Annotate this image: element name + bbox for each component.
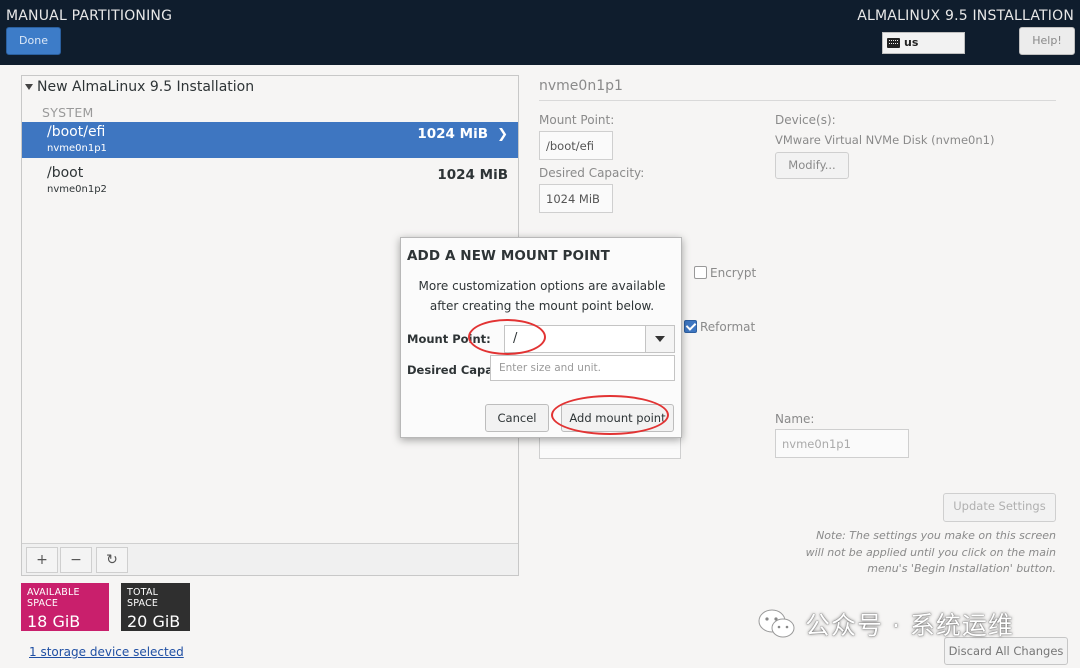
expand-arrow-icon bbox=[25, 84, 33, 90]
settings-note: Note: The settings you make on this scre… bbox=[805, 529, 1056, 575]
partition-size: 1024 MiB bbox=[437, 167, 508, 183]
mount-point-label: Mount Point: bbox=[539, 113, 615, 127]
partition-toolbar: + − ↻ bbox=[22, 543, 518, 575]
partition-device: nvme0n1p1 bbox=[47, 143, 107, 154]
update-settings-button[interactable]: Update Settings bbox=[943, 493, 1056, 522]
partition-row-boot-efi[interactable]: /boot/efi nvme0n1p1 1024 MiB ❯ bbox=[22, 122, 518, 158]
divider bbox=[539, 100, 1056, 101]
section-label-system: SYSTEM bbox=[42, 105, 94, 120]
help-button[interactable]: Help! bbox=[1019, 27, 1075, 55]
product-title: ALMALINUX 9.5 INSTALLATION bbox=[857, 8, 1074, 24]
mount-point-combobox[interactable]: / bbox=[504, 325, 675, 353]
available-space-label: AVAILABLE SPACE bbox=[27, 587, 80, 609]
wechat-logo-icon bbox=[758, 609, 795, 638]
page-title: MANUAL PARTITIONING bbox=[6, 8, 173, 24]
top-header: MANUAL PARTITIONING Done ALMALINUX 9.5 I… bbox=[0, 0, 1080, 65]
dialog-title: ADD A NEW MOUNT POINT bbox=[407, 248, 610, 264]
dialog-description: More customization options are available… bbox=[401, 276, 683, 316]
storage-device-link[interactable]: 1 storage device selected bbox=[29, 645, 184, 659]
reformat-checkbox[interactable] bbox=[684, 320, 697, 333]
partition-row-boot[interactable]: /boot nvme0n1p2 1024 MiB bbox=[22, 159, 518, 195]
dialog-description-line-2: after creating the mount point below. bbox=[429, 299, 655, 313]
keyboard-layout-label: us bbox=[904, 36, 919, 49]
partition-mount-point: /boot/efi bbox=[47, 124, 106, 140]
partition-device: nvme0n1p2 bbox=[47, 184, 107, 195]
cancel-button[interactable]: Cancel bbox=[485, 404, 549, 432]
encrypt-checkbox[interactable] bbox=[694, 266, 707, 279]
name-field[interactable]: nvme0n1p1 bbox=[775, 429, 909, 458]
dialog-mount-point-label: Mount Point: bbox=[407, 332, 491, 346]
add-partition-button[interactable]: + bbox=[26, 547, 58, 573]
installation-title: New AlmaLinux 9.5 Installation bbox=[37, 79, 255, 95]
chevron-down-icon[interactable] bbox=[645, 326, 674, 352]
refresh-button[interactable]: ↻ bbox=[96, 547, 128, 573]
partition-size: 1024 MiB bbox=[417, 126, 488, 142]
desired-capacity-field[interactable]: 1024 MiB bbox=[539, 184, 613, 213]
total-space-badge: TOTAL SPACE 20 GiB bbox=[121, 583, 190, 631]
add-mount-point-dialog: ADD A NEW MOUNT POINT More customization… bbox=[400, 237, 682, 438]
total-space-label: TOTAL SPACE bbox=[127, 587, 159, 609]
device-name: VMware Virtual NVMe Disk (nvme0n1) bbox=[775, 133, 995, 147]
devices-label: Device(s): bbox=[775, 113, 836, 127]
chevron-right-icon: ❯ bbox=[497, 127, 508, 142]
encrypt-label: Encrypt bbox=[710, 266, 757, 280]
dialog-description-line-1: More customization options are available bbox=[418, 279, 666, 293]
available-space-value: 18 GiB bbox=[27, 612, 81, 631]
mount-point-field[interactable]: /boot/efi bbox=[539, 131, 613, 160]
add-mount-point-button[interactable]: Add mount point bbox=[561, 404, 674, 432]
desired-capacity-input[interactable] bbox=[490, 355, 675, 381]
keyboard-layout-selector[interactable]: us bbox=[882, 32, 965, 54]
watermark-text: 公众号 · 系统运维 bbox=[805, 611, 1014, 640]
done-button[interactable]: Done bbox=[6, 27, 61, 55]
total-space-value: 20 GiB bbox=[127, 612, 181, 631]
desired-capacity-label: Desired Capacity: bbox=[539, 166, 645, 180]
mount-point-value: / bbox=[513, 331, 518, 346]
name-label: Name: bbox=[775, 412, 815, 426]
available-space-badge: AVAILABLE SPACE 18 GiB bbox=[21, 583, 109, 631]
modify-button[interactable]: Modify... bbox=[775, 152, 849, 179]
installation-tree-header[interactable]: New AlmaLinux 9.5 Installation bbox=[25, 79, 254, 95]
partition-details-title: nvme0n1p1 bbox=[539, 78, 623, 94]
remove-partition-button[interactable]: − bbox=[60, 547, 92, 573]
partition-mount-point: /boot bbox=[47, 165, 84, 181]
keyboard-icon bbox=[887, 38, 900, 48]
reformat-label: Reformat bbox=[700, 320, 756, 334]
